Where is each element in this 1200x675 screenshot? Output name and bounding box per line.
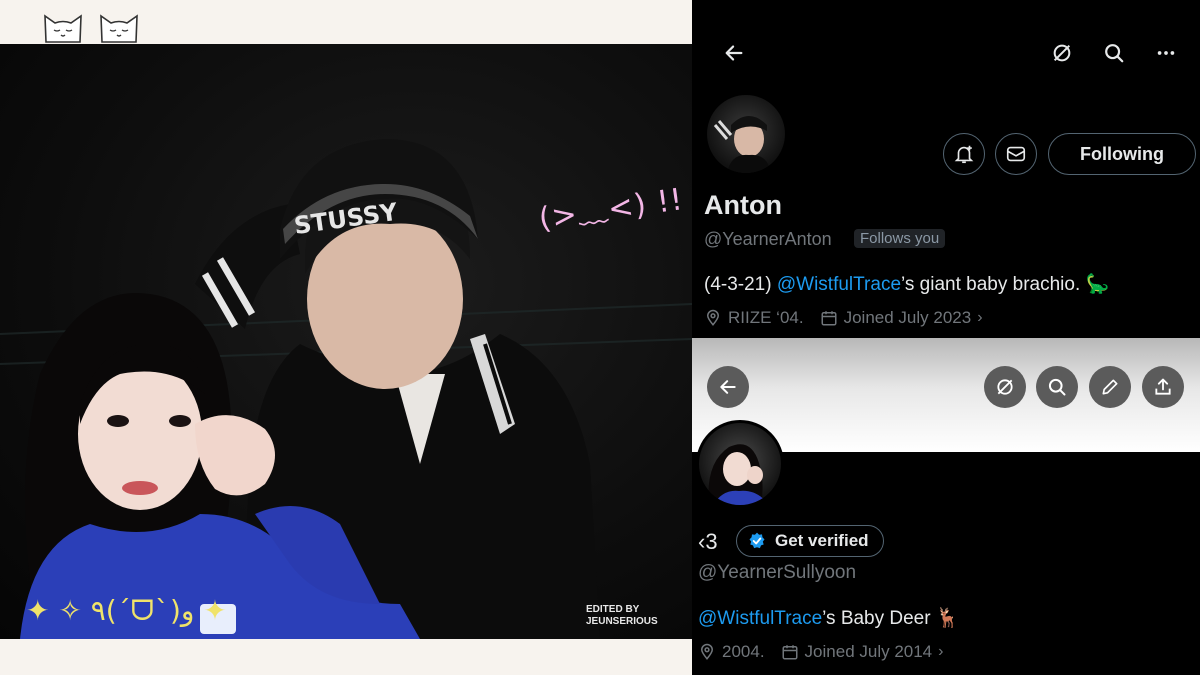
avatar[interactable] xyxy=(696,420,784,508)
share-icon xyxy=(1155,378,1171,395)
sparkle-doodle: ✦ ✧ ٩(ˊᗜˋ)و ✦ xyxy=(26,594,227,627)
cat-decorations xyxy=(42,12,140,44)
profile-joined: Joined July 2023 xyxy=(843,308,972,327)
profile-handle: @YearnerAnton xyxy=(704,229,832,249)
profile-name: Anton xyxy=(704,190,782,220)
grok-button[interactable] xyxy=(1048,39,1076,67)
mail-icon xyxy=(1006,146,1026,162)
search-button[interactable] xyxy=(1100,39,1128,67)
profile-location: 2004. xyxy=(722,642,765,661)
bio-mention-link[interactable]: @WistfulTrace xyxy=(777,274,901,295)
bell-plus-icon xyxy=(954,145,974,164)
credit-line-1: EDITED BY xyxy=(586,604,640,615)
back-arrow-icon xyxy=(725,45,743,61)
share-button[interactable] xyxy=(1142,366,1184,408)
bio-text: (4-3-21) xyxy=(704,274,777,295)
bio-mention-link[interactable]: @WistfulTrace xyxy=(698,608,822,629)
grok-icon xyxy=(997,379,1013,395)
profile-bio: @WistfulTrace’s Baby Deer 🦌 xyxy=(698,606,960,630)
grok-button[interactable] xyxy=(984,366,1026,408)
search-button[interactable] xyxy=(1036,366,1078,408)
bio-text: ’s Baby Deer 🦌 xyxy=(822,608,960,629)
edit-button[interactable] xyxy=(1089,366,1131,408)
photo: STUSSY (>﹏<) !! xyxy=(0,44,692,639)
profile-bio: (4-3-21) @WistfulTrace’s giant baby brac… xyxy=(704,272,1109,296)
chevron-right-icon[interactable]: › xyxy=(938,643,943,661)
avatar-image xyxy=(708,444,769,505)
more-icon xyxy=(1157,51,1175,55)
avatar-image xyxy=(713,116,771,173)
follows-you-badge: Follows you xyxy=(854,229,946,248)
get-verified-label: Get verified xyxy=(775,531,869,550)
notifications-button[interactable] xyxy=(943,133,985,175)
chevron-right-icon[interactable]: › xyxy=(977,309,982,327)
search-icon xyxy=(1048,378,1066,396)
credit-line-2: JEUNSERIOUS xyxy=(586,616,658,627)
get-verified-button[interactable]: Get verified xyxy=(736,525,884,557)
more-button[interactable] xyxy=(1152,39,1180,67)
photo-panel: STUSSY (>﹏<) !! ✦ ✧ ٩(ˊᗜˋ)و ✦ EDITED BY … xyxy=(0,0,692,675)
profile-joined: Joined July 2014 xyxy=(804,642,933,661)
back-button[interactable] xyxy=(720,39,748,67)
bio-text: ’s giant baby brachio. 🦕 xyxy=(901,274,1110,295)
following-button[interactable]: Following xyxy=(1048,133,1196,175)
profile-meta: 2004. Joined July 2014 › xyxy=(698,642,943,662)
verified-badge-icon xyxy=(749,532,765,549)
back-arrow-icon xyxy=(720,380,736,394)
profile-meta: RIIZE ‘04. Joined July 2023 › xyxy=(704,308,983,328)
profile-handle: @YearnerSullyoon xyxy=(698,562,857,583)
calendar-icon xyxy=(782,645,798,660)
profile-name: ‹3 xyxy=(698,529,718,554)
profiles-panel: Following Anton @YearnerAnton Follows yo… xyxy=(692,0,1200,675)
avatar[interactable] xyxy=(704,92,788,176)
location-icon xyxy=(700,643,714,660)
photo-illustration: STUSSY xyxy=(0,139,692,639)
profile-location: RIIZE ‘04. xyxy=(728,308,804,327)
message-button[interactable] xyxy=(995,133,1037,175)
calendar-icon xyxy=(821,311,837,326)
search-icon xyxy=(1105,44,1124,63)
cat-face-icon xyxy=(44,14,82,43)
edited-by-credit: EDITED BY JEUNSERIOUS xyxy=(586,604,658,628)
location-icon xyxy=(706,309,720,326)
cat-face-icon xyxy=(100,14,138,43)
grok-icon xyxy=(1053,44,1071,62)
back-button[interactable] xyxy=(707,366,749,408)
edit-icon xyxy=(1102,379,1118,395)
